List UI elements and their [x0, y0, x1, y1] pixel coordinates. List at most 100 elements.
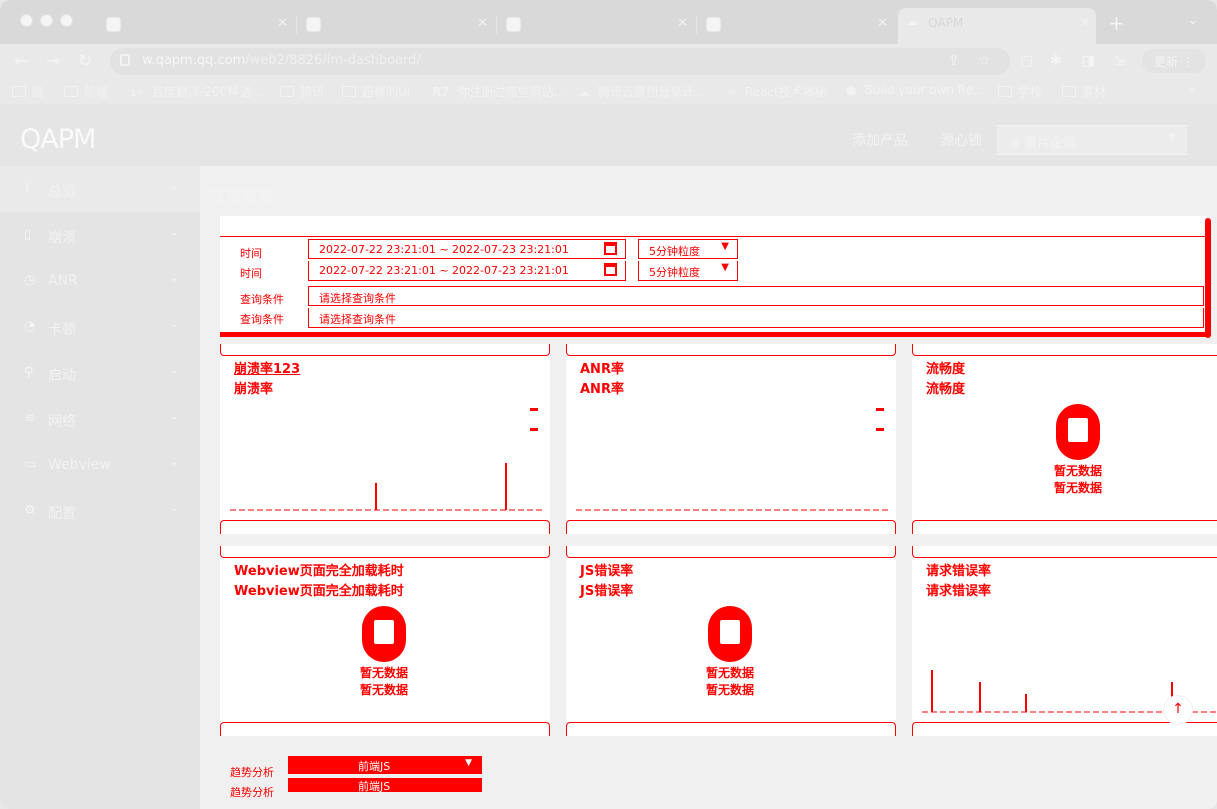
tab-write-article[interactable]: 写文章 - 把八股文看吐之 ✕ [498, 8, 694, 44]
clock-icon: ◷ [24, 273, 36, 288]
chevron-down-icon: ⌄ [170, 273, 179, 284]
bookmark-folder[interactable]: 学校 [998, 83, 1042, 100]
trend-select-echo: 前端JS [288, 778, 482, 793]
chevron-down-icon: ▼ [465, 758, 472, 768]
pin-icon[interactable]: ⇲ [1114, 53, 1126, 69]
tencent-cloud-icon: ☁ [578, 85, 590, 99]
legend-mark [530, 408, 538, 411]
tab-qapm[interactable]: ☁ QAPM ✕ [898, 8, 1096, 44]
window-icon: ▭ [24, 457, 37, 472]
empty-document-icon [708, 606, 752, 662]
empty-document-icon [362, 606, 406, 662]
line-chart[interactable] [226, 388, 546, 528]
zoom-window-button[interactable] [60, 14, 73, 27]
sidebar-item-4[interactable]: ⚲ 启动 ⌄ [0, 350, 200, 396]
query-label: 查询条件 [240, 293, 284, 306]
sidebar-item-3[interactable]: ◔ 卡顿 ⌄ [0, 304, 200, 350]
sidebar-item-7[interactable]: ⚙ 配置 ⌄ [0, 488, 200, 534]
trend-select[interactable]: 前端JS ▼ [288, 756, 482, 774]
trend-label: 趋势分析 [230, 766, 274, 779]
sidebar-item-6[interactable]: ▭ Webview ⌄ [0, 442, 200, 488]
close-tab-icon[interactable]: ✕ [677, 16, 688, 31]
query-input[interactable]: 请选择查询条件 [308, 286, 1204, 306]
bookmark-folder[interactable]: 素材 [1062, 83, 1106, 100]
tab-juejin-1[interactable]: 新标签页 - 稀土掘金 ✕ [98, 8, 294, 44]
sidebar-item-label: 卡顿 [48, 322, 76, 338]
no-data-text: 暂无数据 [1053, 481, 1102, 495]
chevron-down-icon: ⌄ [170, 503, 179, 514]
card-title[interactable]: Webview页面完全加载耗时 [234, 560, 404, 579]
divider [220, 332, 1207, 337]
tab-search-chevron-icon[interactable]: ⌄ [1188, 13, 1198, 27]
bookmark-link[interactable]: 19 百度翻译-200种语... [130, 83, 263, 100]
chevron-down-icon: ⌄ [170, 411, 179, 422]
time-label: 时间 [240, 247, 262, 260]
qapm-logo[interactable]: QAPM [20, 124, 96, 155]
close-tab-icon[interactable]: ✕ [877, 16, 888, 31]
update-button[interactable]: 更新 ⋮ [1142, 49, 1206, 73]
react-icon: ⚛ [726, 85, 737, 99]
product-select[interactable]: ◈ 蕃片企鹅 ▼ [997, 125, 1187, 155]
bookmark-folder[interactable]: 隐 [12, 83, 44, 100]
chevron-down-icon: ⌄ [170, 319, 179, 330]
sidebar-item-2[interactable]: ◷ ANR ⌄ [0, 258, 200, 304]
filter-panel: 时间 2022-07-22 23:21:01 ~ 2022-07-23 23:2… [220, 216, 1207, 337]
bookmark-folder[interactable]: 超棒的UI [342, 83, 410, 100]
scrollbar[interactable] [1205, 218, 1211, 338]
user-link[interactable]: 源心锁 [940, 130, 982, 150]
card-title[interactable]: ANR率 [580, 358, 624, 377]
bookmark-link[interactable]: ⚛ React技术揭秘 [726, 83, 827, 100]
sidebar-item-label: Webview [48, 457, 111, 473]
card-border [566, 520, 896, 534]
share-icon[interactable]: ⇪ [948, 53, 960, 69]
bookmark-link[interactable]: ☁ 腾讯云原创分享计... [578, 83, 705, 100]
add-product-link[interactable]: 添加产品 [852, 130, 908, 150]
new-tab-icon[interactable]: + [1108, 11, 1125, 35]
bookmark-folder[interactable]: 前端 [64, 83, 108, 100]
reload-icon[interactable]: ↻ [78, 51, 92, 71]
card-title[interactable]: JS错误率 [580, 560, 633, 579]
sidebar-toggle-icon[interactable]: ◨ [1082, 53, 1095, 69]
legend-mark [530, 428, 538, 431]
address-bar[interactable]: w.qapm.qq.com/web2/8826/im-dashboard/ ⇪ … [110, 48, 1010, 75]
line-chart[interactable] [572, 388, 892, 528]
card-title[interactable]: 流畅度 [926, 358, 965, 377]
minimize-window-button[interactable] [40, 14, 53, 27]
tab-label: 创作者中心 - 掘金 [328, 18, 424, 32]
calendar-icon [604, 242, 617, 255]
page-title: 性能看板 [210, 186, 275, 205]
bookmark-link[interactable]: ● Build your own Re... [846, 83, 984, 97]
timer-icon: ◔ [24, 319, 36, 334]
tab-creator-center[interactable]: 创作者中心 - 掘金 ✕ [298, 8, 494, 44]
bookmark-link[interactable]: R7 你注册过哪些网站... [432, 83, 565, 100]
extensions-puzzle-icon[interactable]: ✱ [1050, 53, 1062, 69]
card-border [912, 520, 1217, 534]
more-bookmarks-icon[interactable]: » [1188, 83, 1195, 97]
tab-label: QAPM [928, 16, 964, 30]
no-data-placeholder: 暂无数据 暂无数据 [354, 606, 414, 698]
close-tab-icon[interactable]: ✕ [1079, 16, 1090, 31]
close-tab-icon[interactable]: ✕ [477, 16, 488, 31]
bookmark-star-icon[interactable]: ☆ [978, 53, 991, 69]
tab-juejin-2[interactable]: 新标签页 - 稀土掘金 ✕ [698, 8, 894, 44]
chevron-down-icon: ▼ [721, 241, 729, 252]
chevron-down-icon: ⌄ [170, 365, 179, 376]
url-text: w.qapm.qq.com/web2/8826/im-dashboard/ [142, 53, 421, 68]
sidebar-item-1[interactable]: ▯ 崩溃 ⌄ [0, 212, 200, 258]
bookmark-folder[interactable]: 腾讯 [280, 83, 324, 100]
close-tab-icon[interactable]: ✕ [277, 16, 288, 31]
time-range-picker[interactable]: 2022-07-22 23:21:01 ~ 2022-07-23 23:21:0… [308, 239, 626, 259]
granularity-select[interactable]: 5分钟粒度 ▼ [638, 239, 738, 259]
sidebar-item-5[interactable]: ≋ 网络 ⌄ [0, 396, 200, 442]
sidebar-item-0[interactable]: ⌇ 总览 ⌄ [0, 166, 200, 212]
forward-icon[interactable]: → [46, 51, 60, 71]
back-to-top-button[interactable]: ↑ [1163, 695, 1193, 725]
sidebar-item-label: ANR [48, 273, 78, 289]
card-title[interactable]: 崩溃率123 [234, 358, 300, 377]
close-window-button[interactable] [20, 14, 33, 27]
chevron-down-icon: ⌄ [170, 227, 179, 238]
no-data-text: 暂无数据 [705, 666, 754, 680]
back-icon[interactable]: ← [14, 51, 28, 71]
card-title[interactable]: 请求错误率 [926, 560, 991, 579]
extension-reader-icon[interactable]: ▢ [1020, 53, 1033, 69]
